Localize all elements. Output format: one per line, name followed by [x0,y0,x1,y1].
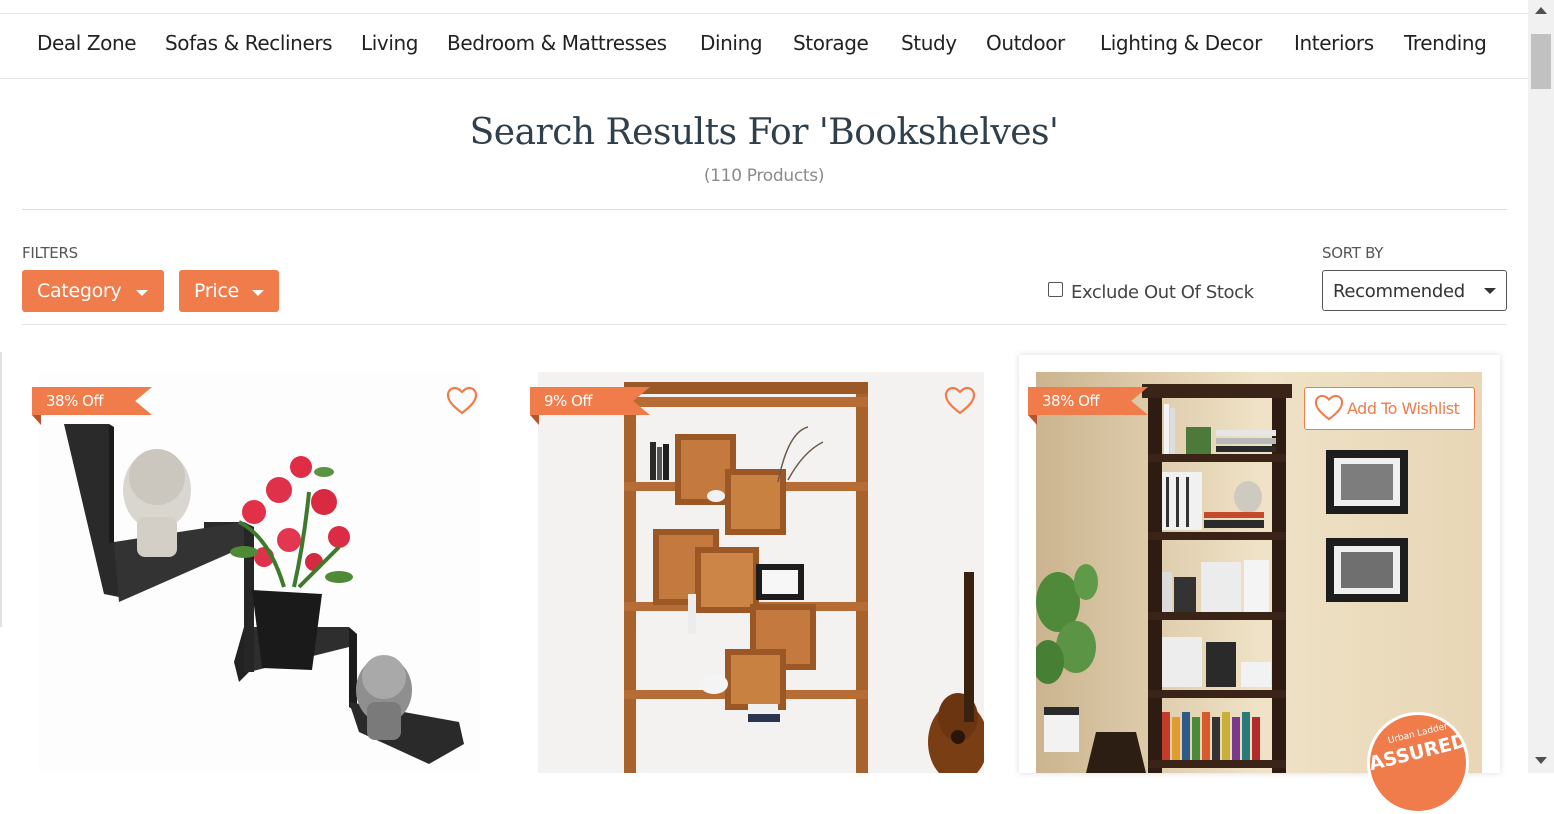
chevron-down-icon [252,290,264,296]
scrollbar[interactable] [1528,0,1554,773]
heart-icon[interactable] [446,386,478,416]
filters-divider [22,324,1507,325]
add-to-wishlist-label: Add To Wishlist [1347,399,1460,418]
scrollbar-thumb[interactable] [1531,34,1551,89]
add-to-wishlist-button[interactable]: Add To Wishlist [1304,387,1475,430]
filters-label: FILTERS [22,244,78,262]
nav-item-outdoor[interactable]: Outdoor [986,31,1065,55]
discount-badge: 38% Off [1028,387,1148,415]
sort-selected-value: Recommended [1333,281,1465,302]
price-filter-label: Price [194,280,239,302]
badge-fold [32,415,41,425]
product-image[interactable] [538,372,984,773]
product-image-wooden-bookshelf [538,372,984,773]
sort-by-label: SORT BY [1322,244,1384,262]
exclude-out-of-stock-label[interactable]: Exclude Out Of Stock [1071,282,1254,303]
discount-badge: 9% Off [530,387,650,415]
product-image-wall-shelf [39,372,480,773]
category-filter-label: Category [37,280,122,302]
badge-fold [530,415,539,425]
nav-item-study[interactable]: Study [901,31,957,55]
nav-item-bedroom-mattresses[interactable]: Bedroom & Mattresses [447,31,667,55]
nav-item-interiors[interactable]: Interiors [1294,31,1374,55]
assured-badge: Urban Ladder ASSURED [1367,712,1469,814]
title-divider [22,209,1507,210]
sort-select[interactable]: Recommended [1322,270,1507,311]
nav-item-storage[interactable]: Storage [793,31,869,55]
scroll-edge [0,352,2,627]
heart-icon[interactable] [944,386,976,416]
nav-item-lighting-decor[interactable]: Lighting & Decor [1100,31,1262,55]
nav-item-dining[interactable]: Dining [700,31,763,55]
badge-fold [1028,415,1037,425]
discount-badge: 38% Off [32,387,152,415]
scroll-up-arrow-icon[interactable] [1535,7,1547,14]
product-image[interactable] [39,372,480,773]
nav-item-sofas-recliners[interactable]: Sofas & Recliners [165,31,333,55]
page-title: Search Results For 'Bookshelves' [469,112,1059,153]
chevron-down-icon [136,290,148,296]
product-count: (110 Products) [703,166,825,186]
exclude-out-of-stock-checkbox[interactable] [1048,282,1063,297]
category-nav: Deal Zone Sofas & Recliners Living Bedro… [0,14,1528,79]
nav-item-living[interactable]: Living [361,31,418,55]
heart-icon [1314,394,1344,421]
chevron-down-icon [1484,288,1496,294]
price-filter-button[interactable]: Price [179,270,279,312]
category-filter-button[interactable]: Category [22,270,164,312]
scroll-down-arrow-icon[interactable] [1535,757,1547,764]
nav-item-deal-zone[interactable]: Deal Zone [37,31,137,55]
nav-item-trending[interactable]: Trending [1404,31,1487,55]
